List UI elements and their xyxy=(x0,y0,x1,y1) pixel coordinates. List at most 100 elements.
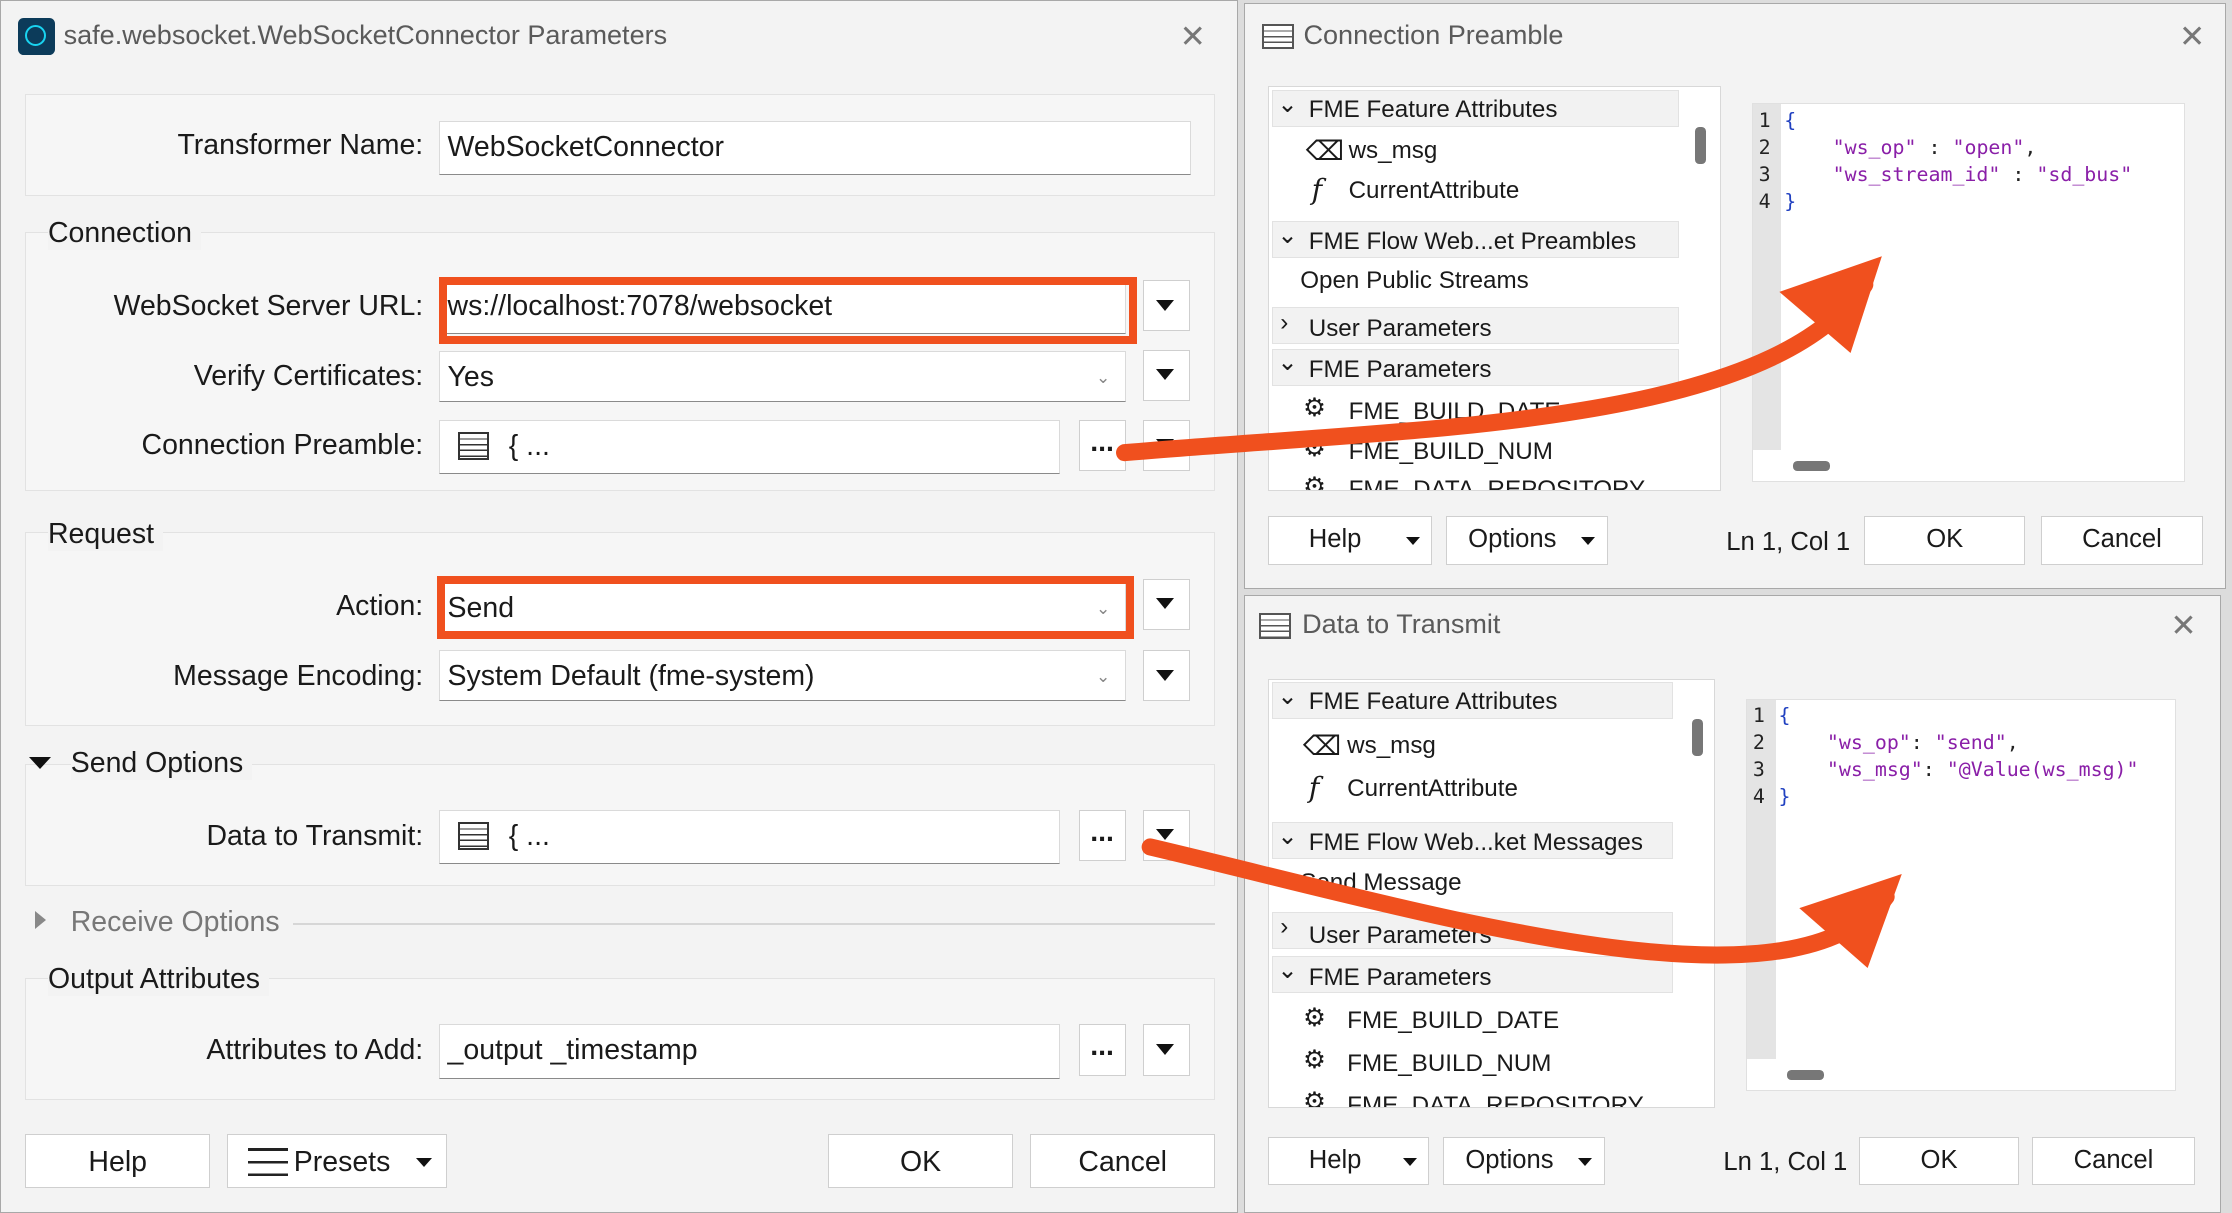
presets-label: Presets xyxy=(293,1146,391,1179)
code-hscrollbar[interactable] xyxy=(1787,1070,1825,1081)
main-title: safe.websocket.WebSocketConnector Parame… xyxy=(63,19,668,50)
verify-certificates-dropdown-button[interactable] xyxy=(1142,349,1190,401)
tree-group-feature-attributes[interactable]: FME Feature Attributes xyxy=(1309,96,1558,124)
connection-preamble-label: Connection Preamble: xyxy=(141,429,424,462)
code-line-2: "ws_op": "send", xyxy=(1826,730,2019,754)
help-button[interactable]: Help xyxy=(25,1134,211,1189)
transformer-name-label: Transformer Name: xyxy=(177,129,424,162)
connection-preamble-dropdown-button[interactable] xyxy=(1142,419,1190,471)
message-encoding-label: Message Encoding: xyxy=(173,660,424,693)
verify-certificates-select[interactable]: Yes ⌄ xyxy=(439,351,1126,403)
preamble-code-editor[interactable]: 1234 { "ws_op" : "open", "ws_stream_id" … xyxy=(1751,103,2185,483)
tree-item-build-num[interactable]: FME_BUILD_NUM xyxy=(1349,438,1553,466)
code-line-1: { xyxy=(1784,108,1797,132)
close-icon[interactable]: ✕ xyxy=(1180,21,1206,52)
tree-group-flow-preambles[interactable]: FME Flow Web...et Preambles xyxy=(1309,228,1637,256)
connection-preamble-dialog: Connection Preamble ✕ ⌄ FME Feature Attr… xyxy=(1244,2,2227,590)
parameter-icon: ⚙ xyxy=(1303,1046,1327,1075)
server-url-label: WebSocket Server URL: xyxy=(113,289,424,322)
parameter-icon: ⚙ xyxy=(1303,394,1327,423)
function-icon: f xyxy=(1311,172,1323,206)
preamble-options-button[interactable]: Options xyxy=(1445,516,1609,565)
data-cancel-button[interactable]: Cancel xyxy=(2032,1136,2195,1186)
preamble-help-button[interactable]: Help xyxy=(1267,516,1432,565)
tree-group-flow-messages[interactable]: FME Flow Web...ket Messages xyxy=(1309,829,1643,857)
preamble-cancel-button[interactable]: Cancel xyxy=(2040,516,2204,565)
data-to-transmit-dropdown-button[interactable] xyxy=(1142,809,1190,861)
chevron-down-icon[interactable]: ⌄ xyxy=(1277,956,1297,985)
chevron-down-icon[interactable]: ⌄ xyxy=(1277,682,1297,711)
action-dropdown-button[interactable] xyxy=(1142,578,1190,631)
chevron-right-icon[interactable]: › xyxy=(1280,309,1288,337)
data-ok-button[interactable]: OK xyxy=(1858,1136,2020,1186)
close-icon[interactable]: ✕ xyxy=(2170,610,2196,641)
chevron-down-icon[interactable]: ⌄ xyxy=(1277,348,1297,377)
message-encoding-select[interactable]: System Default (fme-system) ⌄ xyxy=(439,650,1126,702)
tree-group-fme-parameters[interactable]: FME Parameters xyxy=(1309,964,1492,992)
data-to-transmit-dialog: Data to Transmit ✕ ⌄ FME Feature Attribu… xyxy=(1244,595,2221,1213)
tree-item-send-message[interactable]: Send Message xyxy=(1300,869,1461,897)
data-dialog-title: Data to Transmit xyxy=(1302,608,1501,639)
chevron-down-icon[interactable]: ⌄ xyxy=(1277,90,1297,119)
chevron-down-icon[interactable]: ⌄ xyxy=(1277,221,1297,250)
tree-item-data-repository[interactable]: FME_DATA_REPOSITORY xyxy=(1347,1092,1644,1107)
tree-group-feature-attributes[interactable]: FME Feature Attributes xyxy=(1309,688,1558,716)
output-attributes-header: Output Attributes xyxy=(47,963,269,997)
attributes-to-add-input[interactable]: _output _timestamp xyxy=(439,1024,1061,1079)
data-attribute-tree: ⌄ FME Feature Attributes ⌫ ws_msg f Curr… xyxy=(1267,678,1715,1109)
tree-group-user-parameters[interactable]: User Parameters xyxy=(1309,922,1492,950)
server-url-dropdown-button[interactable] xyxy=(1142,280,1190,332)
chevron-right-icon[interactable]: › xyxy=(1280,913,1288,941)
cursor-position: Ln 1, Col 1 xyxy=(1723,1148,1848,1177)
preamble-dialog-title: Connection Preamble xyxy=(1303,19,1564,50)
code-line-3: "ws_msg": "@Value(ws_msg)" xyxy=(1826,757,2139,781)
message-encoding-value: System Default (fme-system) xyxy=(447,660,815,693)
data-options-button[interactable]: Options xyxy=(1442,1136,1606,1186)
close-icon[interactable]: ✕ xyxy=(2179,21,2205,52)
tree-item-build-date[interactable]: FME_BUILD_DATE xyxy=(1349,398,1561,426)
tree-item-open-public-streams[interactable]: Open Public Streams xyxy=(1300,267,1529,295)
send-options-header[interactable]: Send Options xyxy=(70,746,252,780)
connection-preamble-input[interactable]: { ... xyxy=(439,419,1061,474)
tree-item-ws-msg[interactable]: ws_msg xyxy=(1347,732,1436,760)
tree-group-fme-parameters[interactable]: FME Parameters xyxy=(1309,356,1492,384)
transformer-name-input[interactable]: WebSocketConnector xyxy=(439,120,1192,175)
server-url-highlight xyxy=(439,277,1137,345)
preamble-ok-button[interactable]: OK xyxy=(1864,516,2026,565)
tree-item-build-date[interactable]: FME_BUILD_DATE xyxy=(1347,1007,1559,1035)
chevron-right-icon[interactable] xyxy=(35,910,46,929)
data-code-editor[interactable]: 1234 { "ws_op": "send", "ws_msg": "@Valu… xyxy=(1746,698,2177,1092)
tree-scrollbar[interactable] xyxy=(1691,719,1704,757)
attributes-to-add-label: Attributes to Add: xyxy=(206,1034,424,1067)
chevron-down-icon xyxy=(1402,1157,1417,1166)
attributes-to-add-dropdown-button[interactable] xyxy=(1142,1024,1190,1076)
tree-scrollbar[interactable] xyxy=(1694,127,1706,165)
connection-preamble-edit-button[interactable]: ... xyxy=(1078,419,1126,471)
tree-item-current-attribute[interactable]: CurrentAttribute xyxy=(1347,775,1518,803)
tree-group-user-parameters[interactable]: User Parameters xyxy=(1309,315,1492,343)
chevron-down-icon[interactable] xyxy=(29,756,52,770)
data-to-transmit-input[interactable]: { ... xyxy=(439,809,1061,864)
receive-options-header[interactable]: Receive Options xyxy=(71,906,280,939)
attribute-icon: ⌫ xyxy=(1305,135,1345,166)
presets-button[interactable]: Presets xyxy=(227,1134,447,1189)
parameter-icon: ⚙ xyxy=(1303,434,1327,463)
tree-item-build-num[interactable]: FME_BUILD_NUM xyxy=(1347,1050,1551,1078)
attributes-to-add-edit-button[interactable]: ... xyxy=(1078,1024,1126,1076)
text-editor-icon xyxy=(457,821,489,851)
message-encoding-dropdown-button[interactable] xyxy=(1142,650,1190,702)
data-to-transmit-edit-button[interactable]: ... xyxy=(1078,809,1126,861)
data-help-button[interactable]: Help xyxy=(1267,1136,1429,1186)
cancel-button[interactable]: Cancel xyxy=(1030,1134,1216,1189)
code-line-4: } xyxy=(1778,784,1791,808)
chevron-down-icon: ⌄ xyxy=(1096,667,1111,687)
tree-item-data-repository[interactable]: FME_DATA_REPOSITORY xyxy=(1349,476,1646,490)
verify-certificates-value: Yes xyxy=(447,361,494,394)
ok-button[interactable]: OK xyxy=(828,1134,1014,1189)
tree-item-current-attribute[interactable]: CurrentAttribute xyxy=(1349,177,1520,205)
attribute-icon: ⌫ xyxy=(1303,730,1342,761)
action-highlight xyxy=(436,576,1135,639)
code-hscrollbar[interactable] xyxy=(1792,461,1830,472)
tree-item-ws-msg[interactable]: ws_msg xyxy=(1349,137,1438,165)
chevron-down-icon[interactable]: ⌄ xyxy=(1277,822,1297,851)
